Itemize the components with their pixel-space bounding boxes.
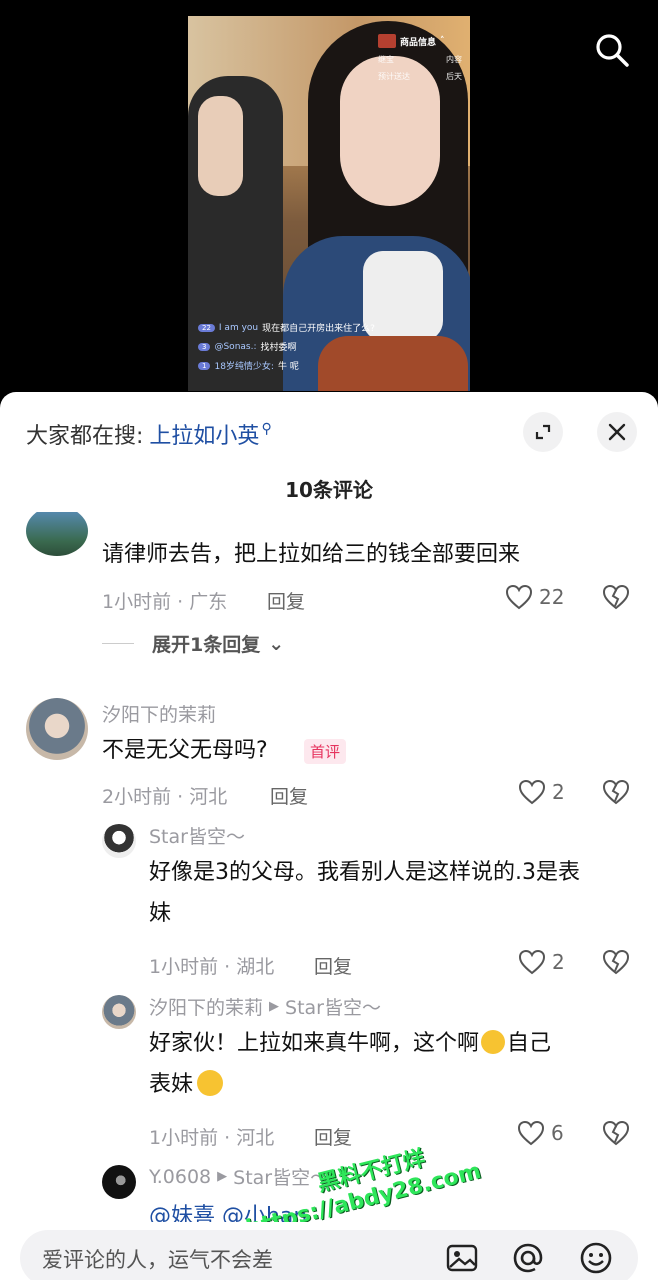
expand-icon	[535, 424, 551, 440]
hot-search-keyword[interactable]: 上拉如小英	[149, 418, 259, 450]
goods-row1-right: 内容	[446, 55, 462, 64]
reply-button[interactable]: 回复	[267, 587, 305, 614]
expand-button[interactable]	[523, 412, 563, 452]
avatar[interactable]	[102, 1165, 136, 1199]
crying-laughing-emoji-icon	[481, 1030, 506, 1054]
emoji-icon[interactable]	[578, 1240, 614, 1276]
level-badge: 3	[198, 342, 211, 351]
comment-count-title: 10条评论	[285, 478, 373, 502]
like-button[interactable]: 22	[505, 584, 564, 610]
like-button[interactable]: 6	[517, 1120, 564, 1146]
level-badge: 1	[198, 361, 211, 370]
comment-input-bar: 爱评论的人，运气不会差	[0, 1222, 658, 1280]
reply-text-line2: 妹	[149, 901, 172, 926]
like-count: 22	[539, 585, 565, 609]
like-button[interactable]: 2	[518, 779, 565, 805]
reply-header: 汐阳下的茉莉 ▶ Star皆空～	[149, 993, 381, 1020]
live-video-frame[interactable]: 商品信息 ˄ 继宝 内容 预计送达 后天 22 I am you 现在都自己开房…	[188, 16, 470, 391]
reply-text-line2: 表妹	[149, 1066, 224, 1104]
like-count: 6	[551, 1121, 564, 1145]
like-button[interactable]: 2	[518, 949, 565, 975]
reply-button[interactable]: 回复	[270, 782, 308, 809]
expand-replies-label: 展开1条回复	[152, 634, 261, 656]
live-comment-stream: 22 I am you 现在都自己开房出来住了么? 3 @Sonas.: 找村委…	[198, 321, 468, 378]
goods-label: 商品信息	[400, 37, 437, 48]
avatar[interactable]	[26, 512, 88, 556]
goods-row2-right: 后天	[446, 72, 462, 81]
dislike-icon[interactable]	[602, 779, 630, 805]
goods-thumbnail	[378, 34, 396, 48]
hot-search-prefix: 大家都在搜:	[26, 424, 144, 449]
comment-text: 不是无父无母吗?	[102, 738, 268, 763]
expand-replies-button[interactable]: 展开1条回复 ⌄	[102, 630, 284, 657]
comment-input[interactable]: 爱评论的人，运气不会差	[20, 1230, 638, 1280]
goods-row2-left: 预计送达	[378, 72, 410, 81]
reply-username[interactable]: Star皆空～	[149, 822, 245, 849]
image-icon[interactable]	[444, 1240, 480, 1276]
goods-info-panel[interactable]: 商品信息 ˄ 继宝 内容 预计送达 后天	[378, 34, 462, 94]
reply-meta: 1小时前 · 河北	[149, 1127, 275, 1149]
live-comment-text: 现在都自己开房出来住了么?	[262, 324, 375, 334]
reply-meta: 1小时前 · 湖北	[149, 956, 275, 978]
chevron-up-icon: ˄	[440, 36, 445, 46]
heart-icon	[505, 584, 533, 610]
comment-username[interactable]: 汐阳下的茉莉	[102, 700, 216, 727]
live-comment-user: I am you	[218, 322, 259, 333]
reply-text-part: 好家伙！上拉如来真牛啊，这个啊	[149, 1031, 480, 1056]
comment-list[interactable]: 请律师去告，把上拉如给三的钱全部要回来 1小时前 · 广东 回复 22 展开1条…	[0, 512, 658, 1222]
comment-input-placeholder: 爱评论的人，运气不会差	[42, 1248, 273, 1272]
reply-button[interactable]: 回复	[314, 952, 352, 979]
reply-username[interactable]: Y.0608	[149, 1166, 211, 1188]
reply-text-part: 表妹	[149, 1072, 194, 1097]
reply-arrow-icon: ▶	[269, 999, 280, 1014]
dislike-icon[interactable]	[602, 1120, 630, 1146]
live-comment: 22 I am you 现在都自己开房出来住了么?	[198, 321, 468, 334]
heart-icon	[518, 779, 546, 805]
comment-sheet: 大家都在搜: 上拉如小英 ⚲ 10条评论 请律师去告，把上拉如给三的钱全部要回来…	[0, 392, 658, 1280]
reply-text-tail: 自己	[507, 1031, 552, 1056]
heart-icon	[517, 1120, 545, 1146]
live-comment-text: 找村委啊	[260, 343, 297, 353]
goods-row1-left: 继宝	[378, 55, 394, 64]
like-count: 2	[552, 950, 565, 974]
close-button[interactable]	[597, 412, 637, 452]
reply-username[interactable]: 汐阳下的茉莉	[149, 993, 263, 1020]
dislike-icon[interactable]	[602, 949, 630, 975]
reply-to-username[interactable]: Star皆空～	[285, 993, 381, 1020]
dislike-icon[interactable]	[602, 584, 630, 610]
avatar[interactable]	[102, 824, 136, 858]
live-comment-user: 18岁纯情少女:	[214, 362, 274, 372]
avatar[interactable]	[102, 995, 136, 1029]
like-count: 2	[552, 780, 565, 804]
live-comment-user: @Sonas.:	[214, 341, 257, 352]
reply-button[interactable]: 回复	[314, 1123, 352, 1150]
close-icon	[608, 423, 626, 441]
mention-icon[interactable]	[510, 1240, 546, 1276]
reply-text-line1: 好像是3的父母。我看别人是这样说的.3是表	[149, 860, 580, 885]
avatar[interactable]	[26, 698, 88, 760]
live-comment: 1 18岁纯情少女: 牛 呢	[198, 359, 468, 372]
search-small-icon: ⚲	[261, 421, 272, 437]
chevron-down-icon: ⌄	[268, 632, 285, 655]
hot-search-bar[interactable]: 大家都在搜: 上拉如小英 ⚲	[26, 418, 272, 450]
reply-text-line1: 好家伙！上拉如来真牛啊，这个啊 自己	[149, 1025, 551, 1063]
level-badge: 22	[198, 323, 215, 332]
comment-meta: 2小时前 · 河北	[102, 786, 228, 808]
reply-arrow-icon: ▶	[217, 1169, 228, 1184]
comment-text: 请律师去告，把上拉如给三的钱全部要回来	[102, 542, 521, 567]
live-comment: 3 @Sonas.: 找村委啊	[198, 340, 468, 353]
crying-laughing-emoji-icon	[197, 1070, 224, 1096]
divider-line	[102, 643, 134, 644]
heart-icon	[518, 949, 546, 975]
live-comment-text: 牛 呢	[277, 362, 299, 372]
first-comment-badge: 首评	[304, 739, 347, 764]
comment-meta: 1小时前 · 广东	[102, 591, 228, 613]
search-icon[interactable]	[594, 32, 630, 68]
